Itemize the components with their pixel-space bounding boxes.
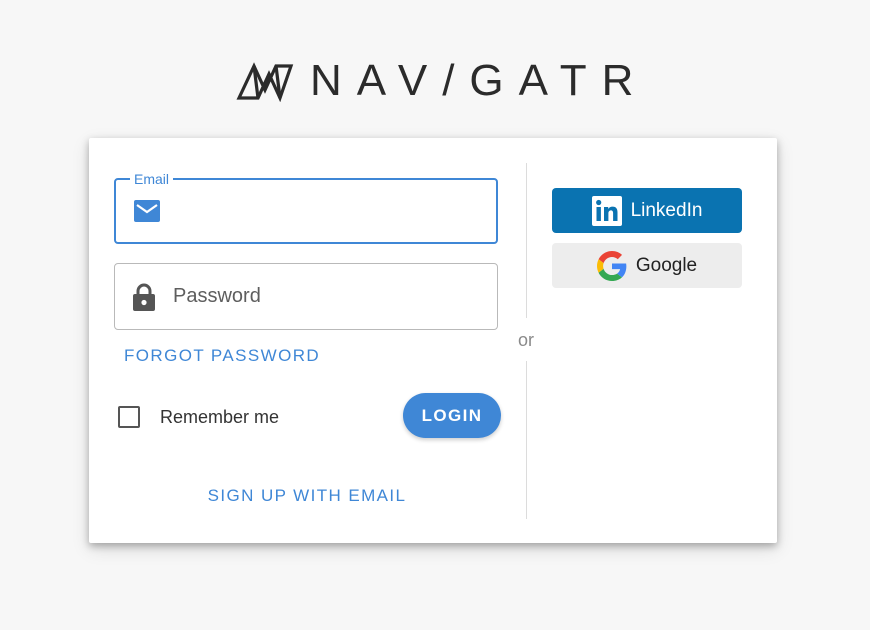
- or-separator: or: [517, 330, 534, 350]
- email-field-label: Email: [130, 170, 174, 188]
- brand-logo: NAV/GATR: [236, 56, 649, 105]
- password-input[interactable]: [173, 264, 487, 329]
- remember-me: Remember me: [118, 406, 279, 428]
- remember-me-label: Remember me: [160, 406, 280, 427]
- email-field[interactable]: Email: [114, 170, 498, 244]
- login-card: Email FORGOT PASSWORD Remember me LOGIN …: [89, 138, 777, 543]
- forgot-password-link[interactable]: FORGOT PASSWORD: [124, 346, 320, 366]
- google-label: Google: [635, 254, 698, 276]
- login-button[interactable]: LOGIN: [403, 393, 501, 438]
- lock-icon: [133, 283, 155, 311]
- sign-up-with-email-link[interactable]: SIGN UP WITH EMAIL: [114, 486, 500, 506]
- linkedin-login-button[interactable]: LinkedIn: [552, 188, 742, 233]
- navigatr-logo-icon: [236, 62, 294, 102]
- email-input[interactable]: [174, 180, 486, 242]
- google-login-button[interactable]: Google: [552, 243, 742, 288]
- linkedin-label: LinkedIn: [630, 199, 703, 221]
- google-icon: [596, 250, 627, 281]
- linkedin-icon: [591, 195, 622, 226]
- email-icon: [134, 200, 160, 222]
- vertical-divider-top: [526, 163, 527, 318]
- vertical-divider-bottom: [526, 361, 527, 519]
- password-field[interactable]: [114, 263, 498, 330]
- brand-name: NAV/GATR: [310, 56, 649, 105]
- remember-me-checkbox[interactable]: [118, 406, 140, 428]
